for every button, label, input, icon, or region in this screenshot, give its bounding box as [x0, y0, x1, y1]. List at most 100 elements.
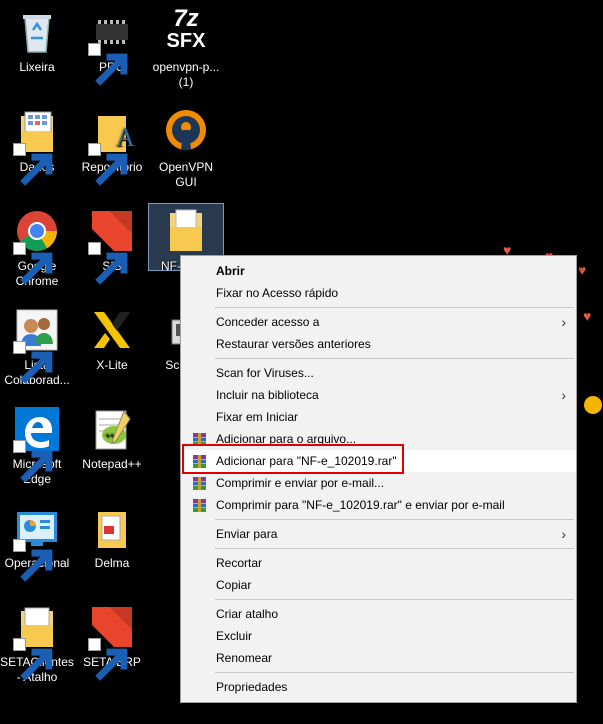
- desktop-icon-lixeira[interactable]: Lixeira: [0, 8, 74, 75]
- desktop-icon-label: Notepad++: [82, 457, 142, 471]
- submenu-arrow-icon: ›: [561, 314, 566, 330]
- winrar-icon: [192, 498, 207, 513]
- menu-item-label: Restaurar versões anteriores: [216, 337, 371, 351]
- desktop-icon-lista-colaboradores[interactable]: Lista Colaborad...: [0, 306, 74, 388]
- menu-item-fixar-acesso-rapido[interactable]: Fixar no Acesso rápido: [181, 282, 576, 304]
- menu-item-label: Incluir na biblioteca: [216, 388, 319, 402]
- menu-item-label: Comprimir e enviar por e-mail...: [216, 476, 385, 490]
- desktop-icon-sis[interactable]: SIS: [75, 207, 149, 285]
- menu-item-criar-atalho[interactable]: Criar atalho: [181, 603, 576, 625]
- people-icon: [13, 306, 61, 384]
- desktop-icon-label: OpenVPN GUI: [158, 160, 214, 189]
- shortcut-arrow-icon: [13, 539, 53, 582]
- notepadpp-icon: ++: [88, 405, 136, 453]
- recycle-bin-icon: [13, 8, 61, 56]
- winrar-icon: [192, 432, 207, 447]
- desktop-icon-label: Delma: [94, 556, 130, 570]
- menu-separator: [215, 519, 574, 520]
- menu-item-scan-viruses[interactable]: Scan for Viruses...: [181, 362, 576, 384]
- menu-separator: [215, 599, 574, 600]
- menu-item-label: Propriedades: [216, 680, 288, 694]
- menu-item-label: Recortar: [216, 556, 263, 570]
- shortcut-arrow-icon: [88, 242, 128, 285]
- desktop-icon-dados[interactable]: Dados: [0, 108, 74, 186]
- shortcut-arrow-icon: [13, 638, 53, 681]
- menu-item-label: Comprimir para "NF-e_102019.rar" e envia…: [216, 498, 505, 512]
- desktop-icon-openvpn-gui[interactable]: OpenVPN GUI: [149, 108, 223, 190]
- dashboard-icon: [13, 504, 61, 582]
- menu-item-label: Excluir: [216, 629, 253, 643]
- desktop-icon-label: X-Lite: [96, 358, 128, 372]
- desktop-icon-notepadpp[interactable]: ++ Notepad++: [75, 405, 149, 472]
- menu-item-propriedades[interactable]: Propriedades: [181, 676, 576, 698]
- sfx-top-text: 7z: [173, 5, 199, 32]
- menu-item-abrir[interactable]: Abrir: [181, 260, 576, 282]
- desktop-icon-delma[interactable]: Delma: [75, 504, 149, 571]
- heart-decoration-icon: ♥: [578, 262, 587, 278]
- desktop-icon-repositorio[interactable]: A Repositorio: [75, 108, 149, 186]
- desktop-icon-setaclientes[interactable]: SETAClientes - Atalho: [0, 603, 74, 685]
- submenu-arrow-icon: ›: [561, 387, 566, 403]
- chrome-icon: [13, 207, 61, 285]
- menu-separator: [215, 548, 574, 549]
- x-lite-icon: [88, 306, 136, 354]
- folder-icon: [13, 603, 61, 681]
- menu-item-adicionar-arquivo[interactable]: Adicionar para o arquivo...: [181, 428, 576, 450]
- smiley-decoration-icon: [584, 396, 602, 414]
- menu-item-comprimir-rar-email[interactable]: Comprimir para "NF-e_102019.rar" e envia…: [181, 494, 576, 516]
- shortcut-arrow-icon: [13, 440, 53, 483]
- menu-separator: [215, 358, 574, 359]
- menu-separator: [215, 672, 574, 673]
- desktop-icon-x-lite[interactable]: X-Lite: [75, 306, 149, 373]
- folder-icon: [88, 504, 136, 552]
- desktop-icon-prg[interactable]: PRG: [75, 8, 149, 86]
- menu-item-label: Enviar para: [216, 527, 278, 541]
- menu-item-label: Adicionar para "NF-e_102019.rar": [216, 454, 397, 468]
- shortcut-arrow-icon: [88, 638, 128, 681]
- desktop-icon-label: Lixeira: [19, 60, 55, 74]
- chip-icon: [88, 8, 136, 86]
- menu-item-label: Copiar: [216, 578, 252, 592]
- menu-item-label: Fixar no Acesso rápido: [216, 286, 339, 300]
- shortcut-arrow-icon: [88, 143, 128, 186]
- shortcut-arrow-icon: [13, 143, 53, 186]
- menu-item-excluir[interactable]: Excluir: [181, 625, 576, 647]
- menu-item-restaurar-versoes[interactable]: Restaurar versões anteriores: [181, 333, 576, 355]
- menu-separator: [215, 307, 574, 308]
- menu-item-comprimir-enviar-email[interactable]: Comprimir e enviar por e-mail...: [181, 472, 576, 494]
- menu-item-conceder-acesso[interactable]: Conceder acesso a ›: [181, 311, 576, 333]
- red-app-icon: [88, 603, 136, 681]
- menu-item-fixar-iniciar[interactable]: Fixar em Iniciar: [181, 406, 576, 428]
- 7z-sfx-icon: 7z SFX: [162, 5, 210, 56]
- desktop-icon-openvpn-installer[interactable]: 7z SFX openvpn-p... (1): [149, 5, 223, 90]
- red-app-icon: [88, 207, 136, 285]
- desktop-icon-google-chrome[interactable]: Google Chrome: [0, 207, 74, 289]
- shortcut-arrow-icon: [88, 43, 128, 86]
- desktop-icon-microsoft-edge[interactable]: Microsoft Edge: [0, 405, 74, 487]
- sfx-bottom-text: SFX: [166, 30, 206, 52]
- edge-icon: [13, 405, 61, 483]
- folder-icon: A: [88, 108, 136, 186]
- heart-decoration-icon: ♥: [583, 308, 592, 324]
- menu-item-renomear[interactable]: Renomear: [181, 647, 576, 669]
- desktop-icon-operacional[interactable]: Operacional: [0, 504, 74, 582]
- menu-item-incluir-biblioteca[interactable]: Incluir na biblioteca ›: [181, 384, 576, 406]
- desktop-icon-label: openvpn-p... (1): [152, 60, 220, 89]
- menu-item-label: Abrir: [216, 264, 245, 278]
- folder-icon: [162, 207, 210, 255]
- menu-item-copiar[interactable]: Copiar: [181, 574, 576, 596]
- winrar-icon: [192, 454, 207, 469]
- submenu-arrow-icon: ›: [561, 526, 566, 542]
- menu-item-label: Conceder acesso a: [216, 315, 320, 329]
- shortcut-arrow-icon: [13, 341, 53, 384]
- menu-item-label: Criar atalho: [216, 607, 279, 621]
- menu-item-enviar-para[interactable]: Enviar para ›: [181, 523, 576, 545]
- menu-item-label: Adicionar para o arquivo...: [216, 432, 357, 446]
- menu-item-recortar[interactable]: Recortar: [181, 552, 576, 574]
- menu-item-label: Renomear: [216, 651, 273, 665]
- menu-item-adicionar-rar[interactable]: Adicionar para "NF-e_102019.rar": [181, 450, 576, 472]
- winrar-icon: [192, 476, 207, 491]
- context-menu: Abrir Fixar no Acesso rápido Conceder ac…: [180, 255, 577, 703]
- desktop-icon-seta-erp[interactable]: SETA ERP: [75, 603, 149, 681]
- folder-icon: [13, 108, 61, 186]
